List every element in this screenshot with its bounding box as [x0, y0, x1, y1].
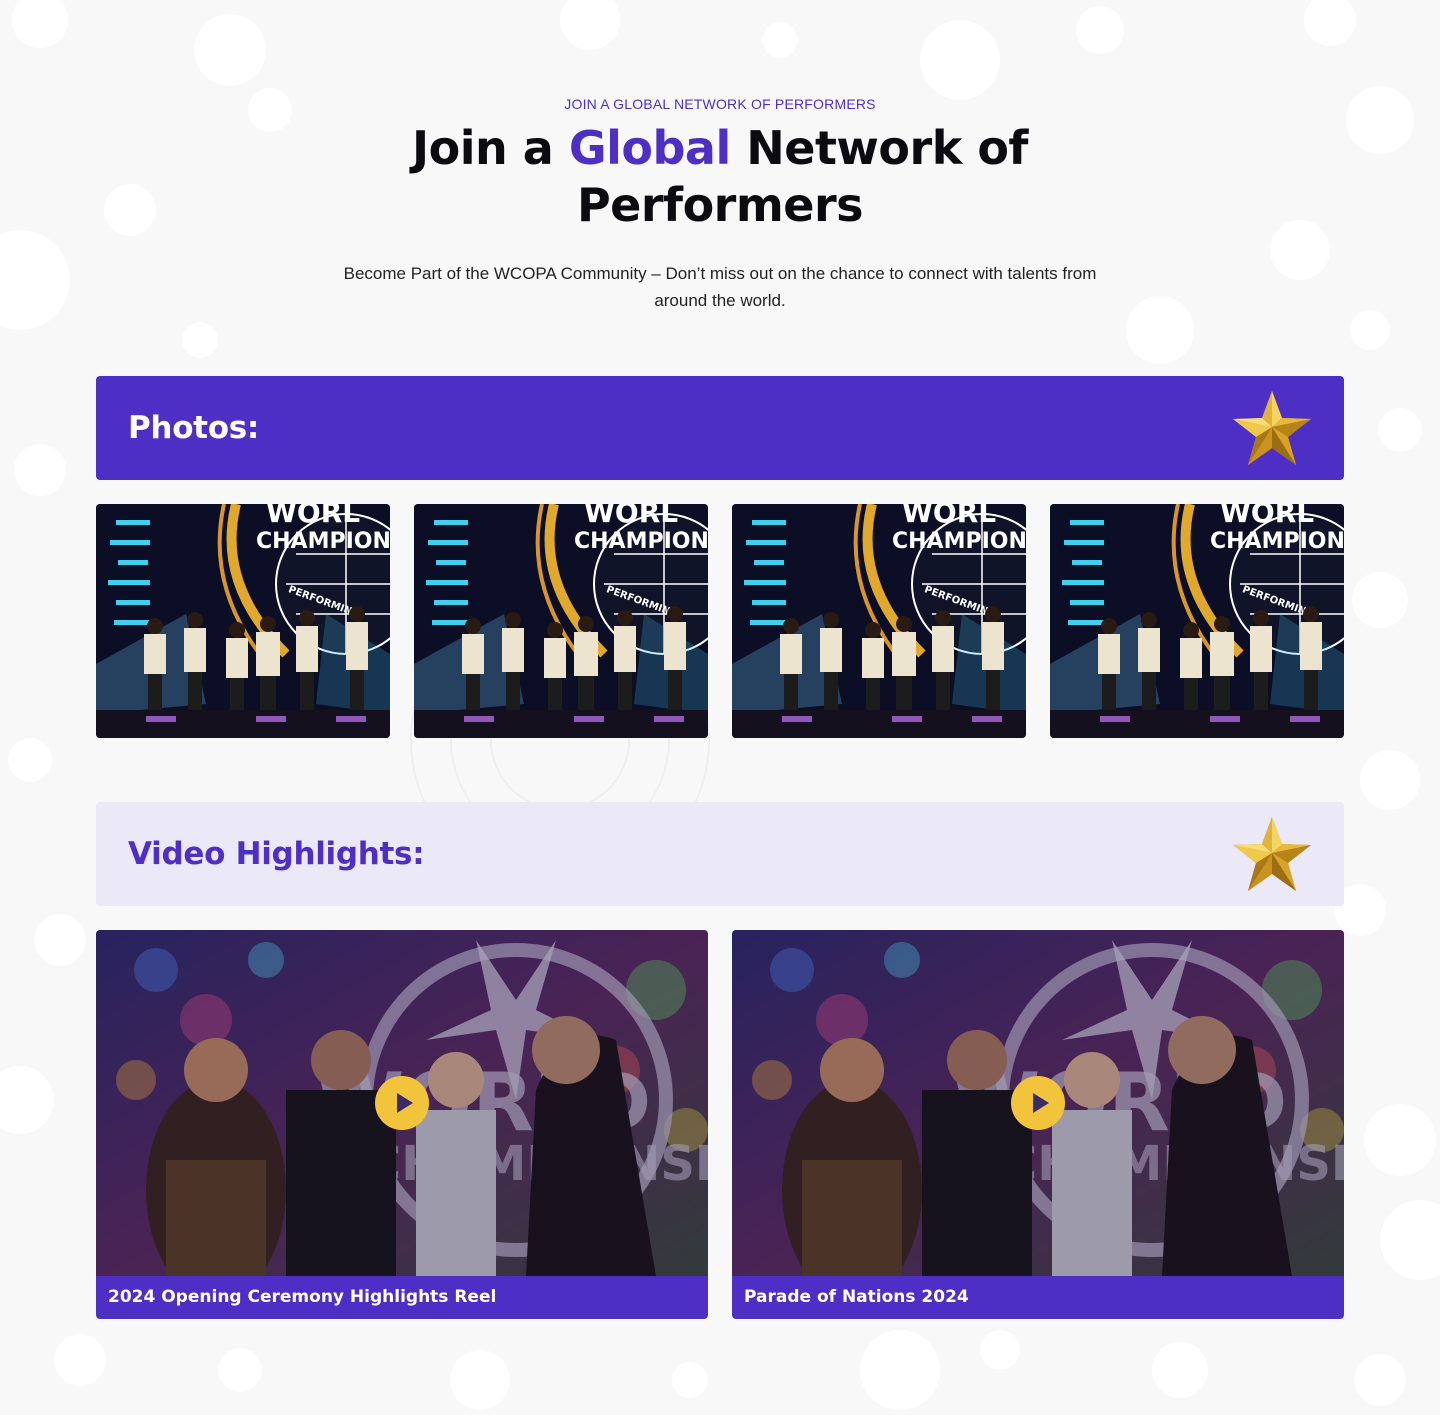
decorative-dot [54, 1334, 106, 1386]
decorative-dot [1076, 6, 1124, 54]
decorative-dot [1152, 1342, 1208, 1398]
decorative-dot [672, 1362, 708, 1398]
video-caption: 2024 Opening Ceremony Highlights Reel [96, 1276, 708, 1319]
svg-text:CHAMPIONS: CHAMPIONS [256, 529, 390, 554]
decorative-dot [1360, 750, 1420, 810]
decorative-dot [762, 22, 798, 58]
decorative-dot [8, 738, 52, 782]
decorative-dot [1354, 1354, 1406, 1406]
decorative-dot [182, 322, 218, 358]
stage-photo: WORL CHAMPIONS PERFORMING [732, 504, 1026, 738]
svg-text:WORL: WORL [902, 504, 996, 529]
decorative-dot [860, 1330, 940, 1410]
photo-thumbnail[interactable]: WORL CHAMPIONS PERFORMING [1050, 504, 1344, 738]
decorative-dot [1380, 1200, 1440, 1280]
decorative-dot [1126, 296, 1194, 364]
decorative-dot [920, 20, 1000, 100]
svg-text:CHAMPIONS: CHAMPIONS [892, 529, 1026, 554]
photo-thumbnail[interactable]: WORL CHAMPIONS PERFORMING [732, 504, 1026, 738]
section-eyebrow: JOIN A GLOBAL NETWORK OF PERFORMERS [564, 96, 876, 112]
video-card[interactable]: WORLD CHAMPIONSHIPS 2024 Opening Ceremon… [96, 930, 708, 1319]
decorative-dot [560, 0, 620, 50]
play-button[interactable] [1011, 1076, 1065, 1130]
video-caption: Parade of Nations 2024 [732, 1276, 1344, 1319]
decorative-dot [1352, 572, 1408, 628]
decorative-dot [1304, 0, 1356, 46]
decorative-dot [14, 444, 66, 496]
decorative-dot [194, 14, 266, 86]
decorative-dot [104, 184, 156, 236]
videos-title: Video Highlights: [128, 836, 425, 872]
svg-text:WORL: WORL [584, 504, 678, 529]
star-icon [1233, 817, 1311, 891]
decorative-dot [12, 0, 68, 48]
decorative-dot [450, 1350, 510, 1410]
stage-photo: WORL CHAMPIONS PERFORMING [1050, 504, 1344, 738]
star-icon [1233, 391, 1311, 465]
play-icon [1032, 1093, 1049, 1113]
photo-thumbnail[interactable]: WORL CHAMPIONS PERFORMING [96, 504, 390, 738]
play-button[interactable] [375, 1076, 429, 1130]
decorative-dot [1270, 220, 1330, 280]
photo-thumbnail[interactable]: WORL CHAMPIONS PERFORMING [414, 504, 708, 738]
videos-section-header: Video Highlights: [96, 802, 1344, 906]
decorative-dot [1378, 408, 1422, 452]
title-part-1: Join a [412, 121, 569, 175]
svg-text:WORL: WORL [266, 504, 360, 529]
decorative-dot [218, 1348, 262, 1392]
play-icon [396, 1093, 413, 1113]
stage-photo: WORL CHAMPIONS PERFORMING [96, 504, 390, 738]
svg-text:WORL: WORL [1220, 504, 1314, 529]
decorative-dot [0, 1066, 54, 1134]
svg-text:CHAMPIONS: CHAMPIONS [1210, 529, 1344, 554]
title-accent: Global [568, 121, 731, 175]
stage-photo: WORL CHAMPIONS PERFORMING [414, 504, 708, 738]
decorative-dot [1350, 310, 1390, 350]
decorative-dot [0, 230, 70, 330]
video-card[interactable]: WORLD CHAMPIONSHIPS Parade of Nations 20… [732, 930, 1344, 1319]
page-subtitle: Become Part of the WCOPA Community – Don… [343, 264, 1097, 310]
page-title: Join a Global Network of Performers [370, 120, 1070, 234]
decorative-dot [980, 1330, 1020, 1370]
decorative-dot [34, 914, 86, 966]
photos-section-header: Photos: [96, 376, 1344, 480]
photos-title: Photos: [128, 410, 259, 446]
svg-text:CHAMPIONS: CHAMPIONS [574, 529, 708, 554]
decorative-dot [1364, 1104, 1436, 1176]
